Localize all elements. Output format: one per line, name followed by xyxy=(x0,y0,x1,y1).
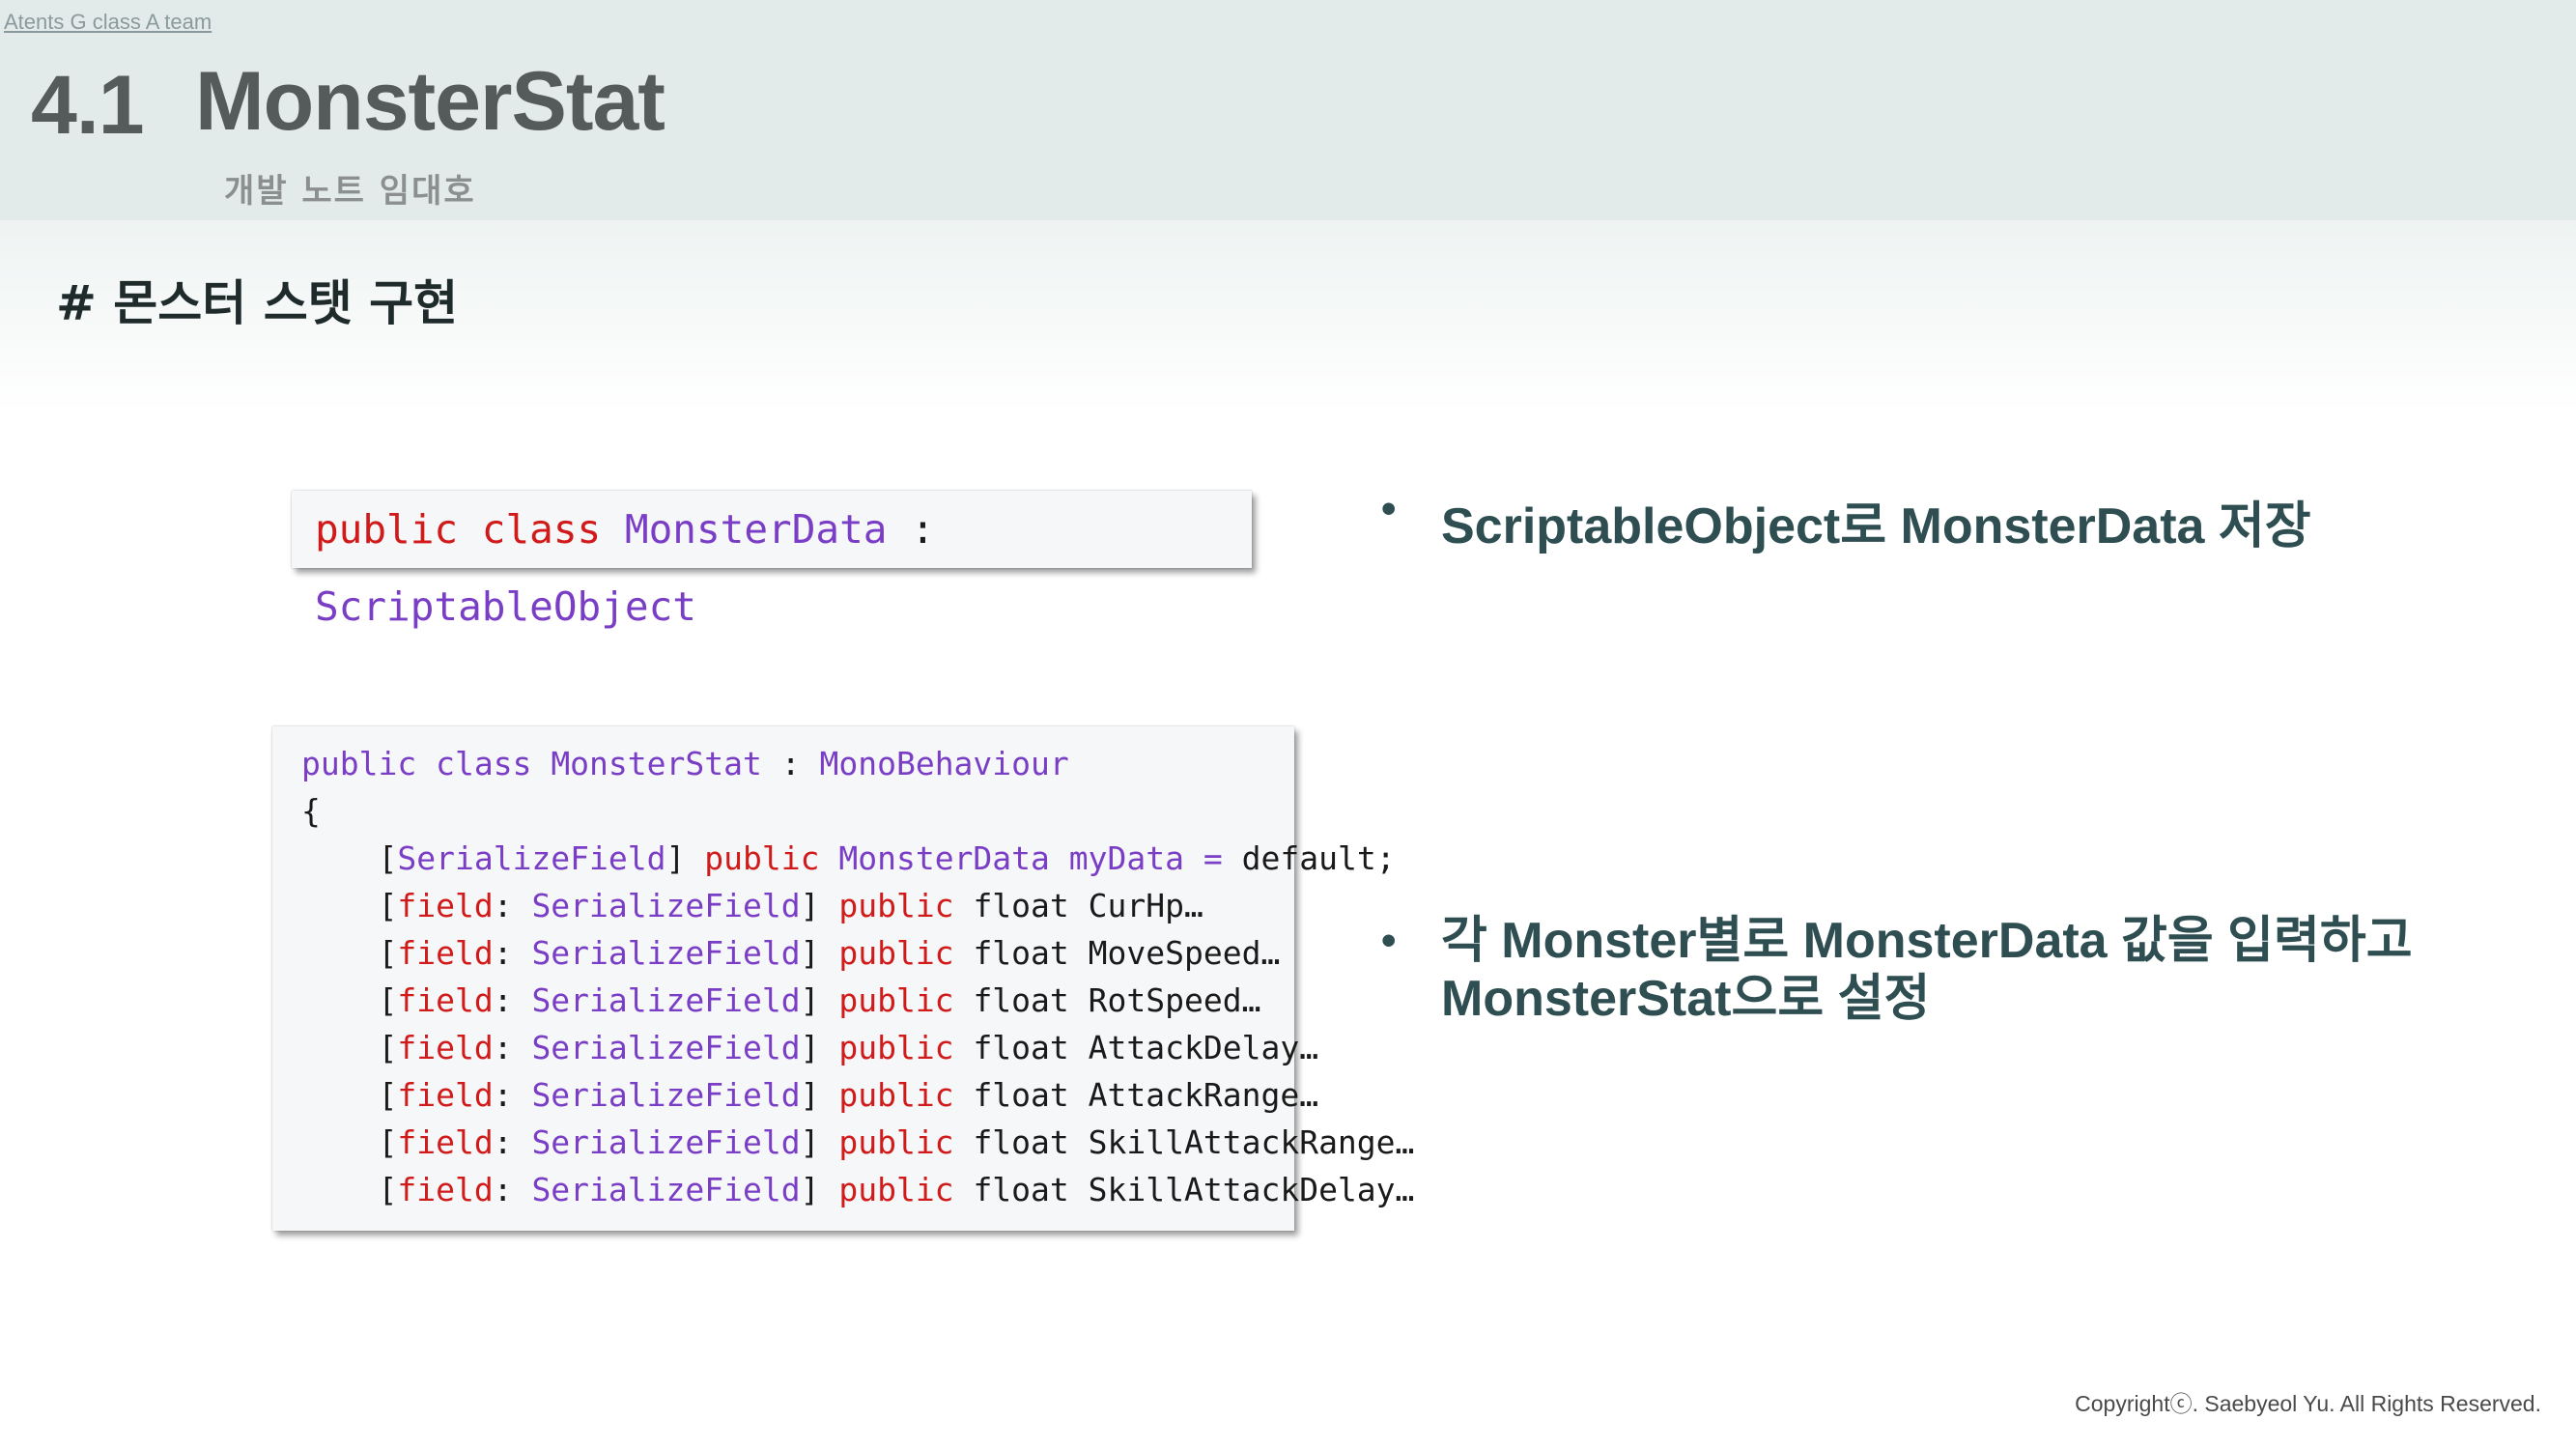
bullet-text: ScriptableObject로 MonsterData 저장 xyxy=(1441,498,2311,554)
code-attribute: SerializeField xyxy=(531,1123,801,1161)
code-operator: = xyxy=(1203,839,1223,877)
code-type: float xyxy=(973,934,1069,972)
code-line-field: [field: SerializeField] public float Ski… xyxy=(301,1123,1415,1161)
code-keyword: public xyxy=(704,839,820,877)
code-field-name: CurHp… xyxy=(1088,887,1203,924)
code-keyword: class xyxy=(436,745,532,782)
code-attribute: SerializeField xyxy=(531,981,801,1019)
code-line-field: [SerializeField] public MonsterData myDa… xyxy=(378,839,1396,877)
code-type: float xyxy=(973,1076,1069,1114)
code-attribute: SerializeField xyxy=(531,1029,801,1066)
code-keyword: public xyxy=(838,934,954,972)
code-field-name: SkillAttackDelay… xyxy=(1088,1171,1415,1208)
code-attribute-target: field xyxy=(397,887,494,924)
code-field-name: myData xyxy=(1068,839,1184,877)
code-attribute-target: field xyxy=(397,1029,494,1066)
code-keyword: public xyxy=(838,981,954,1019)
code-type: float xyxy=(973,1123,1069,1161)
code-field-name: AttackRange… xyxy=(1088,1076,1319,1114)
copyright-text: Copyrightⓒ. Saebyeol Yu. All Rights Rese… xyxy=(2075,1391,2541,1416)
code-field-name: RotSpeed… xyxy=(1088,981,1261,1019)
code-type: float xyxy=(973,1029,1069,1066)
code-line-field: [field: SerializeField] public float Cur… xyxy=(301,887,1203,924)
bullet-item-monsterstat: • 각 Monster별로 MonsterData 값을 입력하고 Monste… xyxy=(1381,912,2455,1028)
code-keyword: public xyxy=(838,1076,954,1114)
code-class-name: MonsterStat xyxy=(551,745,762,782)
code-snippet-monsterstat: public class MonsterStat : MonoBehaviour… xyxy=(272,726,1415,1231)
code-brace: { xyxy=(301,792,321,830)
code-line-field: [field: SerializeField] public float Ski… xyxy=(301,1171,1415,1208)
code-base-class: ScriptableObject xyxy=(315,583,696,630)
code-keyword: public xyxy=(838,887,954,924)
code-type: float xyxy=(973,1171,1069,1208)
code-type: float xyxy=(973,887,1069,924)
code-class-name: MonsterData xyxy=(624,506,888,553)
bullet-dot: • xyxy=(1381,485,1397,532)
bullet-text-line-1: 각 Monster별로 MonsterData 값을 입력하고 xyxy=(1441,913,2413,969)
code-base-class: MonoBehaviour xyxy=(819,745,1069,782)
team-link[interactable]: Atents G class A team xyxy=(4,10,212,35)
section-number: 4.1 xyxy=(31,59,145,152)
code-attribute-target: field xyxy=(397,1171,494,1208)
section-heading: # 몬스터 스탯 구현 xyxy=(56,275,459,331)
code-attribute: SerializeField xyxy=(397,839,666,877)
code-attribute-target: field xyxy=(397,1076,494,1114)
code-attribute: SerializeField xyxy=(531,1076,801,1114)
bullet-dot: • xyxy=(1381,917,1397,964)
code-attribute-target: field xyxy=(397,981,494,1019)
code-attribute-target: field xyxy=(397,934,494,972)
code-colon: : xyxy=(911,506,935,553)
code-line-field: [field: SerializeField] public float Att… xyxy=(301,1029,1319,1066)
code-keyword: public xyxy=(301,745,417,782)
code-attribute: SerializeField xyxy=(531,934,801,972)
code-line-open-brace: { xyxy=(301,787,1294,835)
code-field-name: AttackDelay… xyxy=(1088,1029,1319,1066)
code-line-field: [field: SerializeField] public float Mov… xyxy=(301,934,1281,972)
code-keyword: class xyxy=(481,506,602,553)
code-line-class-declaration: public class MonsterStat : MonoBehaviour xyxy=(301,740,1294,787)
bullet-text-line-2: MonsterStat으로 설정 xyxy=(1441,971,1931,1027)
code-attribute: SerializeField xyxy=(531,1171,801,1208)
code-keyword: public xyxy=(315,506,459,553)
bullet-item-scriptableobject: • ScriptableObject로 MonsterData 저장 xyxy=(1381,485,2504,557)
code-attribute-target: field xyxy=(397,1123,494,1161)
code-keyword: public xyxy=(838,1123,954,1161)
code-colon: : xyxy=(780,745,801,782)
code-line-field: [field: SerializeField] public float Rot… xyxy=(301,981,1261,1019)
code-attribute: SerializeField xyxy=(531,887,801,924)
code-keyword: public xyxy=(838,1029,954,1066)
code-type: float xyxy=(973,981,1069,1019)
code-field-name: MoveSpeed… xyxy=(1088,934,1281,972)
code-line-field: [field: SerializeField] public float Att… xyxy=(301,1076,1319,1114)
code-value: default; xyxy=(1241,839,1396,877)
slide-subtitle: 개발 노트 임대호 xyxy=(224,172,476,211)
code-snippet-monsterdata: public class MonsterData : ScriptableObj… xyxy=(292,491,1252,630)
code-keyword: public xyxy=(838,1171,954,1208)
slide-title: MonsterStat xyxy=(195,55,665,148)
code-type: MonsterData xyxy=(838,839,1050,877)
code-field-name: SkillAttackRange… xyxy=(1088,1123,1415,1161)
